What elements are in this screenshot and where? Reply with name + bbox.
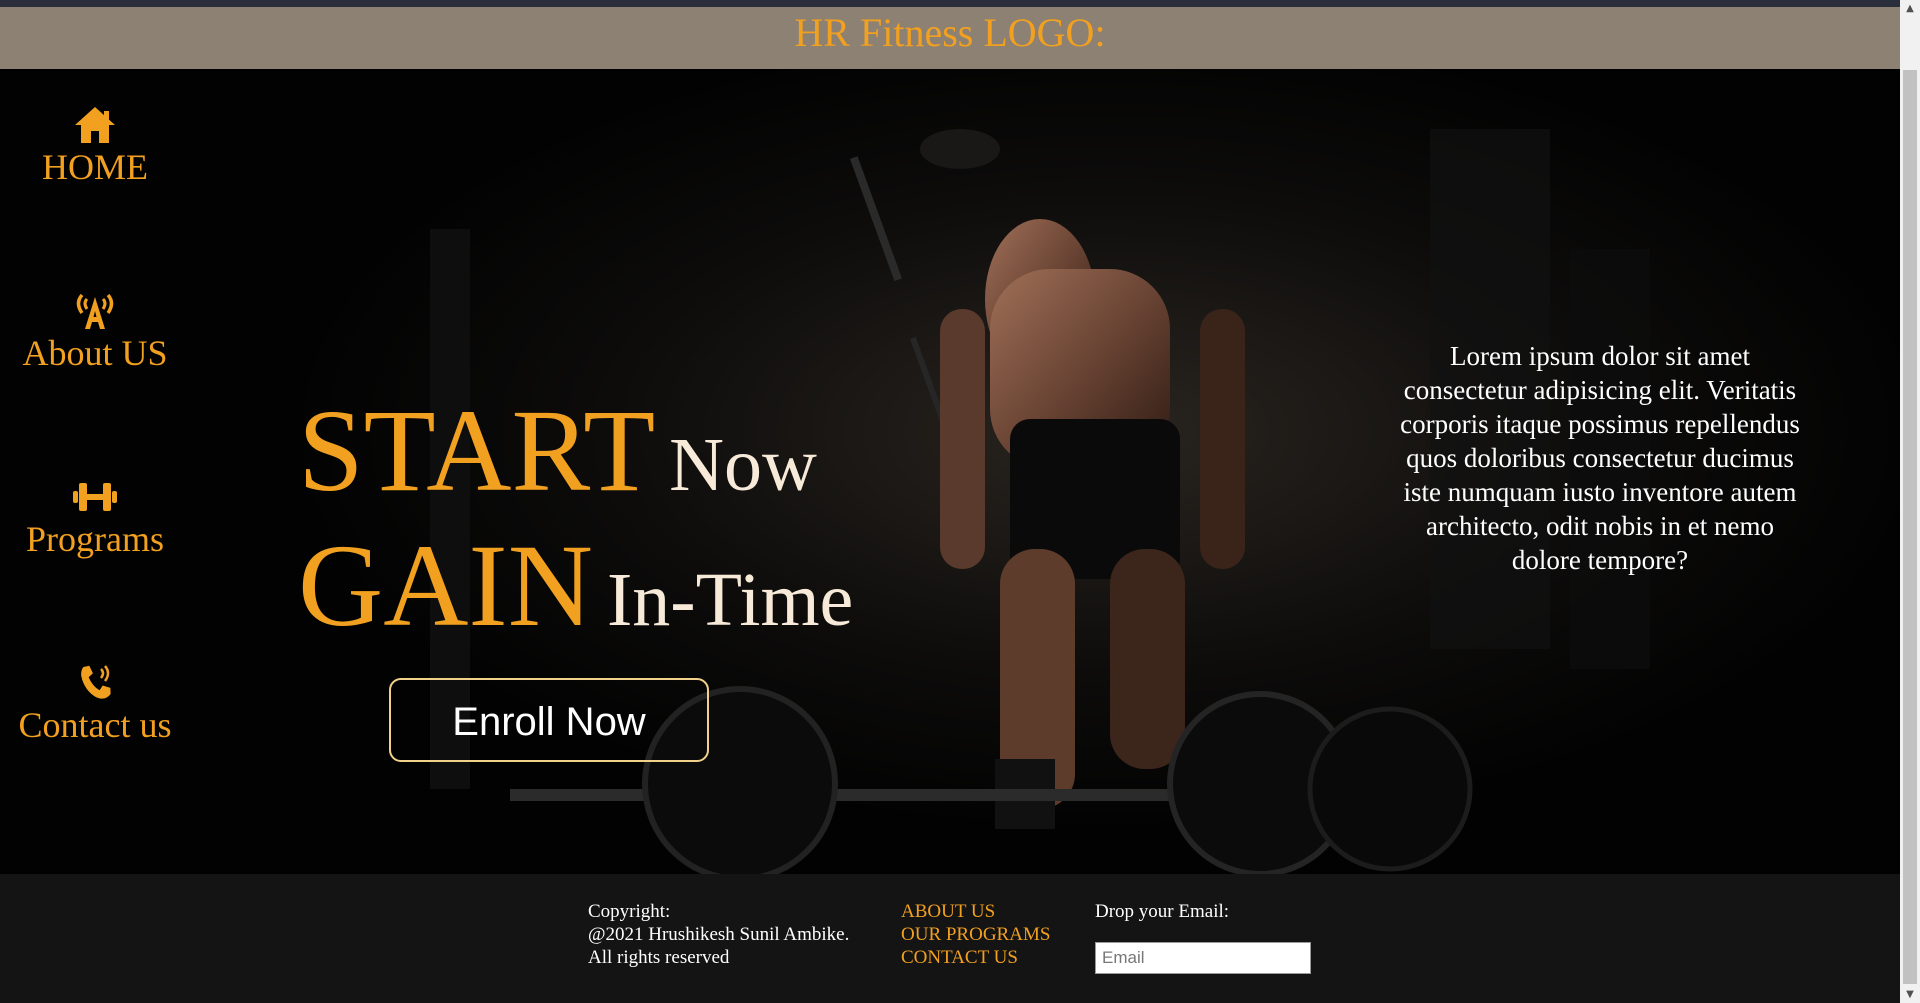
nav-item-contact[interactable]: Contact us bbox=[0, 661, 190, 745]
headline-gain: GAIN bbox=[298, 520, 593, 651]
email-field[interactable] bbox=[1095, 942, 1311, 974]
headline-now: Now bbox=[669, 423, 817, 507]
email-label: Drop your Email: bbox=[1095, 901, 1230, 922]
footer-copyright: Copyright: @2021 Hrushikesh Sunil Ambike… bbox=[588, 900, 849, 969]
nav-item-home[interactable]: HOME bbox=[0, 103, 190, 187]
page-scrollbar[interactable]: ▲ ▼ bbox=[1900, 0, 1920, 1003]
dumbbell-icon bbox=[73, 483, 117, 511]
nav-item-about[interactable]: About US bbox=[0, 289, 190, 373]
nav-item-about-label: About US bbox=[22, 333, 168, 373]
phone-volume-icon bbox=[81, 665, 111, 699]
footer-link-about[interactable]: ABOUT US bbox=[901, 900, 1050, 923]
home-icon bbox=[75, 107, 115, 143]
nav-item-programs[interactable]: Programs bbox=[0, 475, 190, 559]
site-footer: Copyright: @2021 Hrushikesh Sunil Ambike… bbox=[0, 874, 1900, 1003]
site-header: HR Fitness LOGO: bbox=[0, 7, 1900, 69]
nav-item-programs-label: Programs bbox=[26, 519, 164, 559]
sidebar-nav: HOME About US Programs Contact us bbox=[0, 69, 190, 874]
browser-top-strip bbox=[0, 0, 1900, 7]
copyright-owner: @2021 Hrushikesh Sunil Ambike. bbox=[588, 924, 850, 945]
hero-headline-line2: GAIN In-Time bbox=[298, 527, 853, 645]
scroll-up-arrow-icon[interactable]: ▲ bbox=[1900, 0, 1920, 17]
headline-start: START bbox=[298, 385, 656, 516]
footer-email-signup: Drop your Email: bbox=[1095, 900, 1311, 974]
enroll-now-button[interactable]: Enroll Now bbox=[389, 678, 709, 762]
nav-item-contact-label: Contact us bbox=[18, 705, 172, 745]
hero-headline-line1: START Now bbox=[298, 392, 817, 510]
footer-link-contact[interactable]: CONTACT US bbox=[901, 946, 1050, 969]
footer-links: ABOUT US OUR PROGRAMS CONTACT US bbox=[901, 900, 1050, 969]
hero-section: Lorem ipsum dolor sit amet consectetur a… bbox=[0, 69, 1900, 874]
scroll-down-arrow-icon[interactable]: ▼ bbox=[1900, 986, 1920, 1003]
footer-link-programs[interactable]: OUR PROGRAMS bbox=[901, 923, 1050, 946]
nav-item-home-label: HOME bbox=[42, 147, 148, 187]
site-logo[interactable]: HR Fitness LOGO: bbox=[794, 9, 1105, 57]
headline-in-time: In-Time bbox=[606, 558, 854, 642]
scrollbar-thumb[interactable] bbox=[1903, 70, 1917, 984]
copyright-heading: Copyright: bbox=[588, 901, 671, 922]
copyright-rights: All rights reserved bbox=[588, 947, 730, 968]
hero-description: Lorem ipsum dolor sit amet consectetur a… bbox=[1400, 341, 1800, 575]
broadcast-tower-icon bbox=[76, 293, 114, 329]
